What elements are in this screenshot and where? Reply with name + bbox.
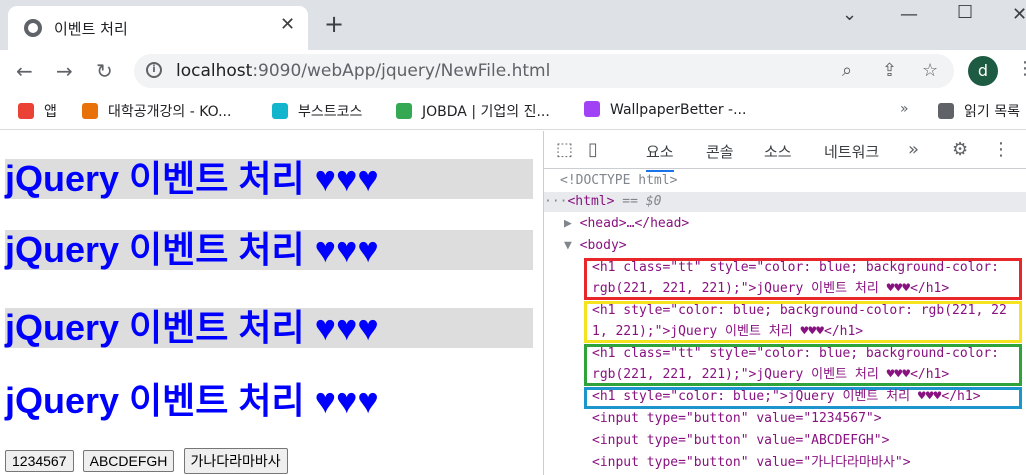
tab-search-chevron-icon[interactable]: ⌄ <box>842 4 857 25</box>
button-1234567[interactable] <box>5 450 74 472</box>
h1-line-1a[interactable]: <h1 class="tt" style="color: blue; backg… <box>592 258 999 278</box>
more-bookmarks-chevron-icon[interactable]: » <box>900 101 909 117</box>
apps-grid-icon <box>18 103 34 119</box>
bookmark-jobda[interactable]: JOBDA | 기업의 진... <box>396 101 550 121</box>
body-line[interactable]: ▼ <body> <box>564 236 627 256</box>
bookmark-label: JOBDA | 기업의 진... <box>422 104 550 120</box>
heading-1: jQuery 이벤트 처리 ♥♥♥ <box>5 159 533 199</box>
bookmark-apps[interactable]: 앱 <box>18 101 57 121</box>
devtools-menu-icon[interactable]: ⋮ <box>992 139 1010 160</box>
tab-strip: 이벤트 처리 ✕ + ⌄ — ☐ ✕ <box>0 0 1026 50</box>
html-tag: <html> <box>567 194 615 209</box>
forward-arrow-icon[interactable]: → <box>56 59 73 83</box>
bookmark-label: WallpaperBetter -... <box>610 102 747 118</box>
close-tab-icon[interactable]: ✕ <box>280 14 295 35</box>
head-line[interactable]: ▶ <head>…</head> <box>564 214 689 234</box>
bookmark-kocw[interactable]: 대학공개강의 - KO... <box>82 101 231 121</box>
kocw-icon <box>82 103 98 119</box>
heading-4: jQuery 이벤트 처리 ♥♥♥ <box>5 380 379 421</box>
wallpaperbetter-icon <box>584 101 600 117</box>
doctype-line: <!DOCTYPE html> <box>560 173 678 188</box>
reading-list-icon <box>938 103 954 119</box>
new-tab-button[interactable]: + <box>324 10 344 38</box>
selected-marker: == $0 <box>614 194 662 209</box>
url-host: localhost <box>176 61 253 81</box>
tab-title: 이벤트 처리 <box>54 20 128 38</box>
device-toolbar-icon[interactable]: ▯ <box>588 139 598 160</box>
heading-2: jQuery 이벤트 처리 ♥♥♥ <box>5 230 533 270</box>
tab-network[interactable]: 네트워크 <box>824 141 879 162</box>
h1-line-4[interactable]: <h1 style="color: blue;">jQuery 이벤트 처리 ♥… <box>592 387 981 407</box>
menu-dots-icon[interactable]: ⋮ <box>1016 58 1026 79</box>
web-page: jQuery 이벤트 처리 ♥♥♥ jQuery 이벤트 처리 ♥♥♥ jQue… <box>0 131 543 475</box>
h1-line-2a[interactable]: <h1 style="color: blue; background-color… <box>592 301 1007 321</box>
site-info-icon[interactable]: i <box>146 62 162 78</box>
head-tag: <head>…</head> <box>579 216 690 231</box>
bookmark-label: 읽기 목록 <box>964 104 1020 120</box>
tab-sources[interactable]: 소스 <box>764 141 792 162</box>
zoom-icon[interactable]: ⌕ <box>842 60 852 81</box>
minimize-button[interactable]: — <box>900 4 918 25</box>
url-path: :9090/webApp/jquery/NewFile.html <box>252 61 551 81</box>
tab-console[interactable]: 콘솔 <box>706 141 734 162</box>
bookmark-wallpaperbetter[interactable]: WallpaperBetter -... <box>584 101 746 118</box>
inspect-element-icon[interactable]: ⬚ <box>556 139 573 160</box>
h1-line-2b[interactable]: 1, 221);">jQuery 이벤트 처리 ♥♥♥</h1> <box>592 322 863 342</box>
close-window-button[interactable]: ✕ <box>1012 4 1026 25</box>
more-tabs-chevron-icon[interactable]: » <box>908 139 919 160</box>
profile-avatar[interactable]: d <box>968 56 998 86</box>
url-text[interactable]: localhost:9090/webApp/jquery/NewFile.htm… <box>176 61 550 81</box>
jobda-icon <box>396 103 412 119</box>
input-line-2[interactable]: <input type="button" value="ABCDEFGH"> <box>592 431 889 451</box>
browser-tab[interactable]: 이벤트 처리 ✕ <box>8 6 308 50</box>
reading-list[interactable]: 읽기 목록 <box>938 101 1020 121</box>
bookmarks-bar: 앱 대학공개강의 - KO... 부스트코스 JOBDA | 기업의 진... … <box>0 92 1026 130</box>
browser-toolbar: ← → ↻ i localhost:9090/webApp/jquery/New… <box>0 50 1026 92</box>
h1-line-3b[interactable]: rgb(221, 221, 221);">jQuery 이벤트 처리 ♥♥♥</… <box>592 365 949 385</box>
html-line[interactable]: ···<html> == $0 <box>544 192 1026 212</box>
button-abcdefgh[interactable] <box>82 450 175 472</box>
boostcourse-icon <box>272 103 288 119</box>
devtools-panel: ⬚ ▯ 요소 콘솔 소스 네트워크 » ⚙ ⋮ <!DOCTYPE html> … <box>543 131 1026 475</box>
heading-3: jQuery 이벤트 처리 ♥♥♥ <box>5 308 533 348</box>
input-line-3[interactable]: <input type="button" value="가나다라마바사"> <box>592 453 911 473</box>
back-arrow-icon[interactable]: ← <box>16 59 33 83</box>
maximize-button[interactable]: ☐ <box>957 2 973 23</box>
body-tag: <body> <box>579 238 627 253</box>
globe-icon <box>24 19 42 37</box>
bookmark-boostcourse[interactable]: 부스트코스 <box>272 101 362 121</box>
bookmark-label: 앱 <box>44 104 57 120</box>
settings-gear-icon[interactable]: ⚙ <box>952 139 968 160</box>
tab-elements[interactable]: 요소 <box>646 141 674 172</box>
h1-line-3a[interactable]: <h1 class="tt" style="color: blue; backg… <box>592 344 999 364</box>
reload-icon[interactable]: ↻ <box>96 59 113 83</box>
share-icon[interactable]: ⇪ <box>882 60 897 81</box>
devtools-toolbar: ⬚ ▯ 요소 콘솔 소스 네트워크 » ⚙ ⋮ <box>544 131 1026 172</box>
bookmark-star-icon[interactable]: ☆ <box>922 60 938 81</box>
h1-line-1b[interactable]: rgb(221, 221, 221);">jQuery 이벤트 처리 ♥♥♥</… <box>592 279 949 299</box>
button-korean[interactable] <box>183 448 288 474</box>
bookmark-label: 대학공개강의 - KO... <box>108 104 232 120</box>
address-bar[interactable]: i localhost:9090/webApp/jquery/NewFile.h… <box>134 54 954 88</box>
button-group <box>5 448 292 474</box>
bookmark-label: 부스트코스 <box>298 104 363 120</box>
input-line-1[interactable]: <input type="button" value="1234567"> <box>592 409 882 429</box>
